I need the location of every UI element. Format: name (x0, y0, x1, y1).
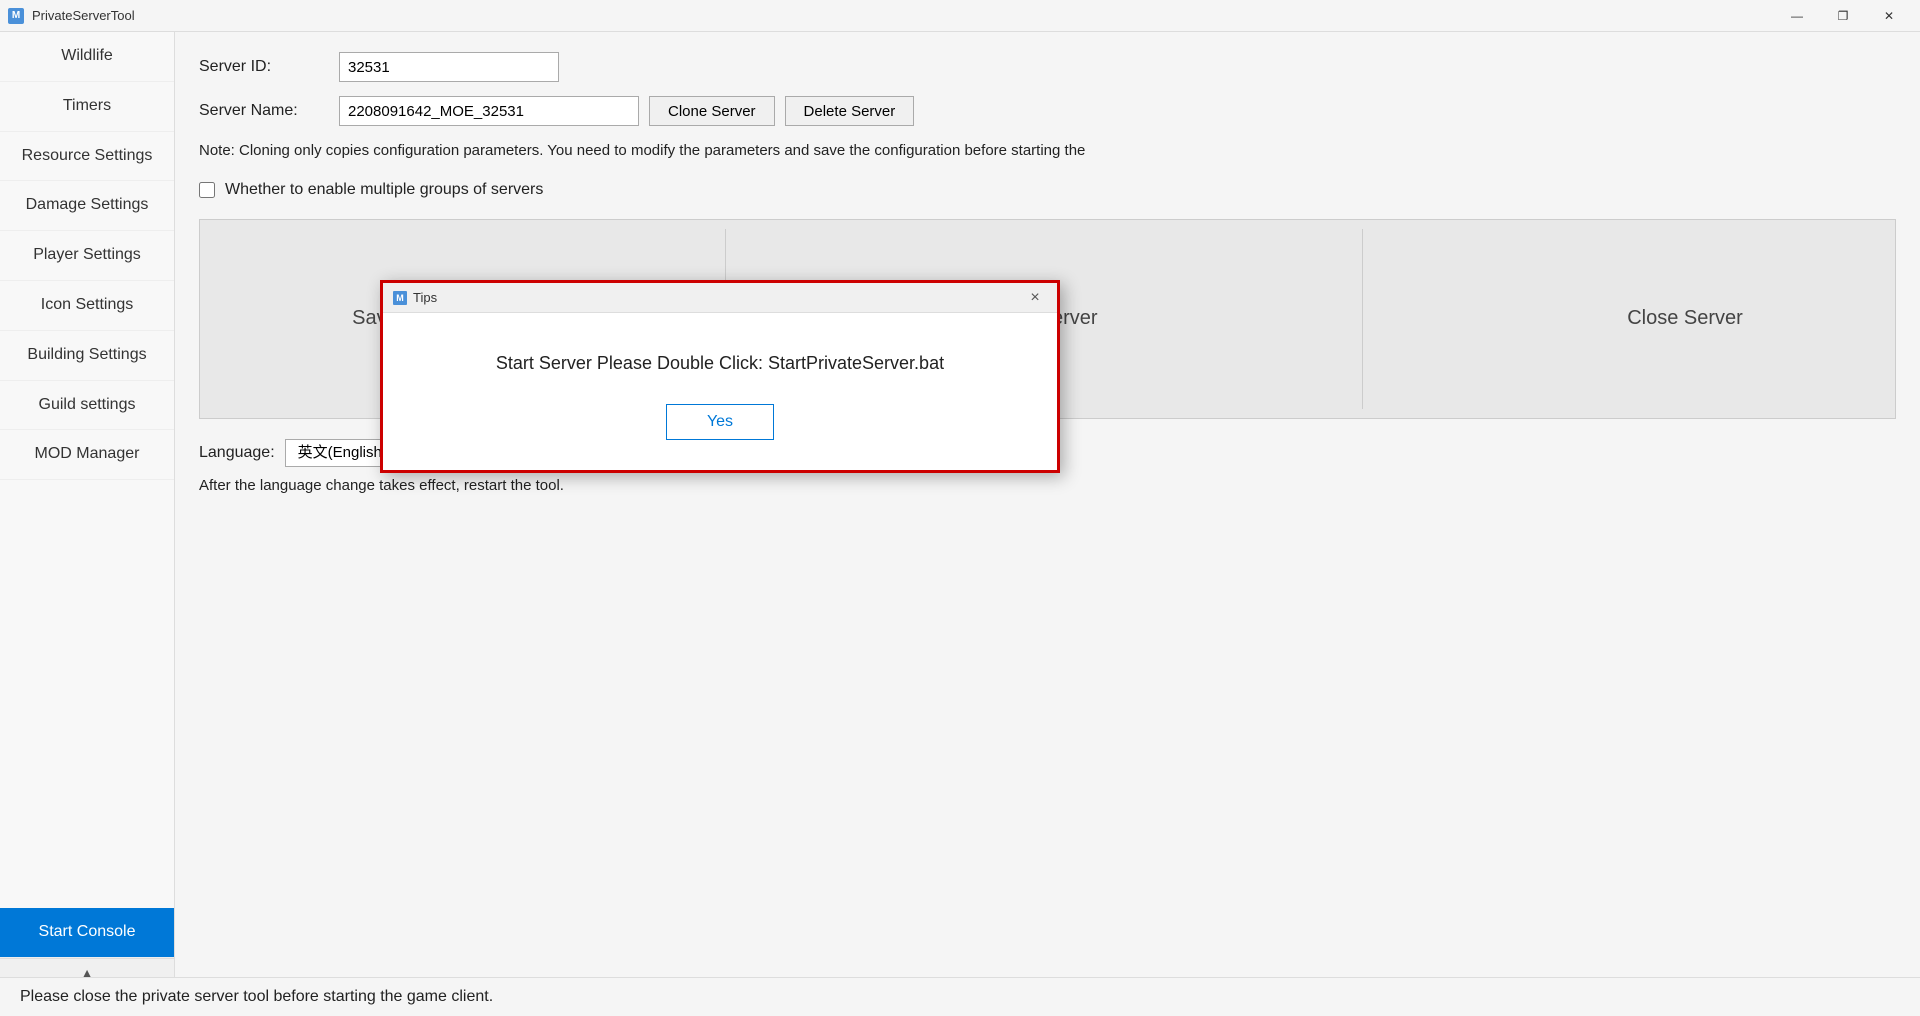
tips-dialog: M Tips × Start Server Please Double Clic… (380, 280, 1060, 473)
dialog-body: Start Server Please Double Click: StartP… (383, 313, 1057, 470)
dialog-title-text: Tips (413, 290, 437, 305)
dialog-title-left: M Tips (393, 290, 437, 305)
dialog-message: Start Server Please Double Click: StartP… (413, 353, 1027, 374)
dialog-title-bar: M Tips × (383, 283, 1057, 313)
dialog-close-button[interactable]: × (1023, 286, 1047, 310)
dialog-overlay: M Tips × Start Server Please Double Clic… (0, 0, 1920, 1016)
dialog-yes-button[interactable]: Yes (666, 404, 774, 440)
dialog-icon: M (393, 291, 407, 305)
